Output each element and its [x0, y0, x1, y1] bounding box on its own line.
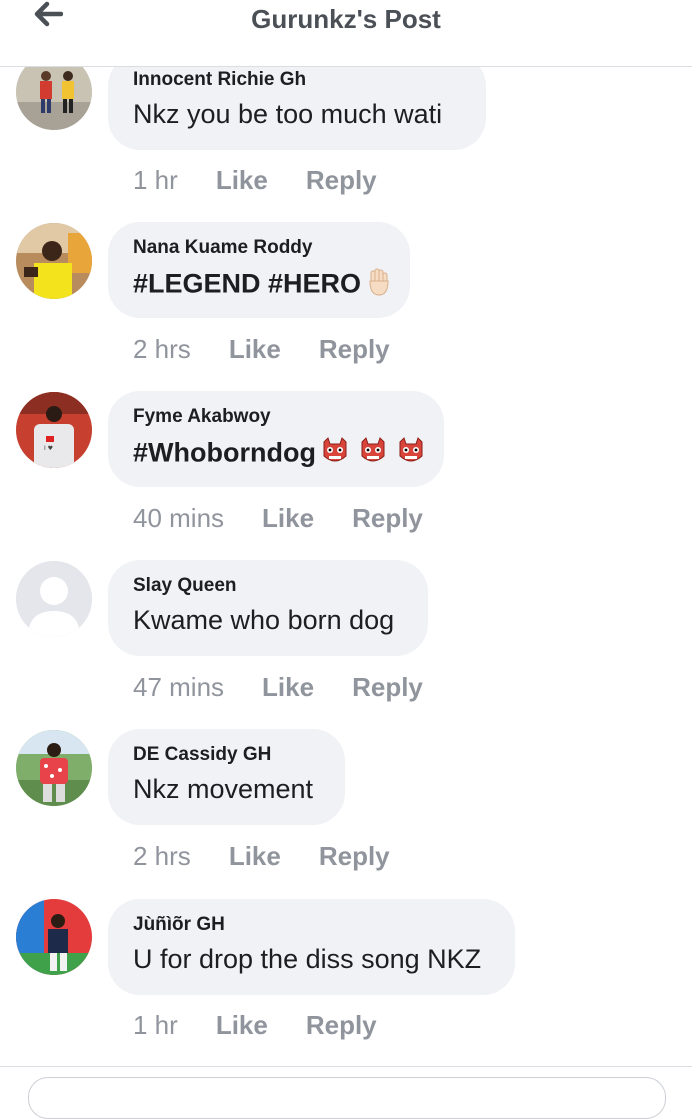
comment-text: Kwame who born dog	[133, 605, 395, 635]
top-bar: Gurunkz's Post	[0, 0, 692, 67]
comment-text: Nkz you be too much wati	[133, 99, 443, 129]
comment-meta: 40 mins Like Reply	[133, 503, 461, 534]
reply-button[interactable]: Reply	[306, 1010, 377, 1041]
comment-author[interactable]: Nana Kuame Roddy	[133, 237, 312, 259]
reply-button[interactable]: Reply	[352, 672, 423, 703]
svg-text:I ♥: I ♥	[44, 445, 53, 452]
like-button[interactable]: Like	[229, 334, 281, 365]
comment-item: Jùñìõr GH U for drop the diss song NKZ 1…	[0, 898, 692, 1058]
page-title: Gurunkz's Post	[251, 4, 441, 34]
comment-item: DE Cassidy GH Nkz movement 2 hrs Like Re…	[0, 729, 692, 889]
comment-text: Nkz movement	[133, 774, 314, 804]
like-button[interactable]: Like	[216, 1010, 268, 1041]
like-button[interactable]: Like	[262, 672, 314, 703]
comment-meta: 1 hr Like Reply	[133, 165, 415, 196]
comment-item: Slay Queen Kwame who born dog 47 mins Li…	[0, 560, 692, 720]
comment-bubble: DE Cassidy GH Nkz movement	[108, 729, 345, 825]
comment-time[interactable]: 1 hr	[133, 165, 178, 196]
comment-time[interactable]: 2 hrs	[133, 334, 191, 365]
comment-bubble: Nana Kuame Roddy #LEGEND #HERO	[108, 222, 410, 318]
comment-meta: 2 hrs Like Reply	[133, 334, 428, 365]
reply-button[interactable]: Reply	[319, 334, 390, 365]
avatar[interactable]	[16, 899, 92, 975]
reply-button[interactable]: Reply	[319, 841, 390, 872]
like-button[interactable]: Like	[262, 503, 314, 534]
avatar[interactable]	[16, 223, 92, 299]
like-button[interactable]: Like	[216, 165, 268, 196]
comment-bubble: Slay Queen Kwame who born dog	[108, 560, 428, 656]
avatar[interactable]: I ♥	[16, 392, 92, 468]
comment-bubble: Fyme Akabwoy #Whoborndog	[108, 391, 444, 487]
comment-meta: 47 mins Like Reply	[133, 672, 461, 703]
comments-list: Innocent Richie Gh Nkz you be too much w…	[0, 0, 692, 1080]
raised-fist-emoji-icon	[365, 267, 393, 304]
comment-text: #Whoborndog	[133, 436, 426, 473]
comment-time[interactable]: 40 mins	[133, 503, 224, 534]
comment-time[interactable]: 2 hrs	[133, 841, 191, 872]
comment-author[interactable]: Jùñìõr GH	[133, 914, 225, 936]
write-comment-input[interactable]	[28, 1077, 666, 1119]
goblin-mask-emoji-icon	[396, 436, 426, 473]
comment-bubble: Jùñìõr GH U for drop the diss song NKZ	[108, 899, 515, 995]
comment-bubble: Innocent Richie Gh Nkz you be too much w…	[108, 54, 486, 150]
reply-button[interactable]: Reply	[306, 165, 377, 196]
comment-time[interactable]: 47 mins	[133, 672, 224, 703]
avatar[interactable]	[16, 561, 92, 637]
comment-text: U for drop the diss song NKZ	[133, 944, 482, 974]
comment-text-content: #LEGEND #HERO	[133, 268, 362, 299]
reply-button[interactable]: Reply	[352, 503, 423, 534]
comment-text-content: #Whoborndog	[133, 437, 316, 468]
comment-composer	[0, 1066, 692, 1119]
comment-text: #LEGEND #HERO	[133, 267, 393, 304]
comment-time[interactable]: 1 hr	[133, 1010, 178, 1041]
goblin-mask-emoji-icon	[320, 436, 350, 473]
avatar[interactable]	[16, 730, 92, 806]
comment-item: I ♥ Fyme Akabwoy #Whoborndog 40 mins Lik…	[0, 391, 692, 551]
comment-author[interactable]: Innocent Richie Gh	[133, 69, 306, 91]
comment-meta: 1 hr Like Reply	[133, 1010, 415, 1041]
comment-meta: 2 hrs Like Reply	[133, 841, 428, 872]
comment-item: Innocent Richie Gh Nkz you be too much w…	[0, 52, 692, 212]
goblin-mask-emoji-icon	[358, 436, 388, 473]
like-button[interactable]: Like	[229, 841, 281, 872]
comment-author[interactable]: Fyme Akabwoy	[133, 406, 271, 428]
comment-item: Nana Kuame Roddy #LEGEND #HERO 2 hrs Lik…	[0, 222, 692, 382]
comment-author[interactable]: Slay Queen	[133, 575, 237, 597]
comment-author[interactable]: DE Cassidy GH	[133, 744, 271, 766]
